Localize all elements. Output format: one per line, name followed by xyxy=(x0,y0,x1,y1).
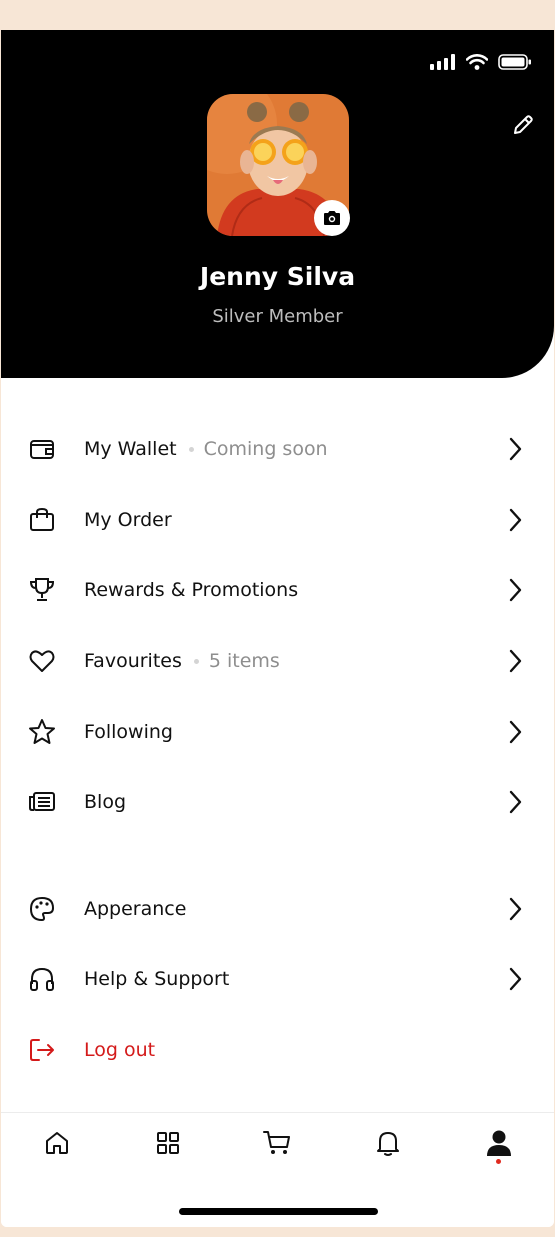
menu-label-appearance: Apperance xyxy=(84,898,187,920)
menu-label-wallet: My Wallet xyxy=(84,438,177,460)
menu-item-favourites[interactable]: Favourites 5 items xyxy=(1,631,554,691)
profile-icon xyxy=(487,1130,511,1156)
chevron-right-icon xyxy=(509,967,522,991)
active-tab-indicator xyxy=(496,1159,501,1164)
chevron-right-icon xyxy=(509,720,522,744)
menu-label-favourites: Favourites xyxy=(84,650,182,672)
favourites-count: 5 items xyxy=(208,650,280,672)
tab-categories[interactable] xyxy=(153,1128,183,1158)
menu-label-help: Help & Support xyxy=(84,968,230,990)
home-icon xyxy=(46,1132,68,1154)
menu-label-following: Following xyxy=(84,721,173,743)
cart-icon xyxy=(263,1131,290,1154)
wallet-icon xyxy=(30,440,54,459)
menu-label-rewards: Rewards & Promotions xyxy=(84,579,299,601)
chevron-right-icon xyxy=(509,437,522,461)
menu-label-blog: Blog xyxy=(84,791,126,813)
battery-icon xyxy=(498,54,531,70)
menu-label-order: My Order xyxy=(84,509,172,531)
trophy-icon xyxy=(29,578,55,601)
chevron-right-icon xyxy=(509,649,522,673)
headphones-icon xyxy=(30,967,54,991)
menu-item-blog[interactable]: Blog xyxy=(1,772,554,832)
heart-icon xyxy=(29,650,55,672)
membership-label: Silver Member xyxy=(212,306,343,327)
chevron-right-icon xyxy=(509,578,522,602)
menu-item-rewards[interactable]: Rewards & Promotions xyxy=(1,560,554,620)
menu-item-appearance[interactable]: Apperance xyxy=(1,879,554,939)
tab-profile[interactable] xyxy=(484,1128,514,1158)
menu-item-order[interactable]: My Order xyxy=(1,490,554,550)
edit-icon[interactable] xyxy=(510,112,536,138)
profile-screen: Jenny Silva Silver Member My Wallet Comin… xyxy=(1,30,554,1227)
menu-label-logout: Log out xyxy=(84,1039,156,1061)
grid-icon xyxy=(157,1132,179,1154)
chevron-right-icon xyxy=(509,897,522,921)
signal-icon xyxy=(430,54,455,70)
shopping-bag-icon xyxy=(30,507,54,531)
newspaper-icon xyxy=(29,792,55,811)
logout-icon xyxy=(30,1039,54,1061)
chevron-right-icon xyxy=(509,508,522,532)
home-indicator xyxy=(179,1208,378,1215)
profile-header: Jenny Silva Silver Member xyxy=(1,30,554,378)
separator-dot xyxy=(188,447,194,452)
chevron-right-icon xyxy=(509,790,522,814)
bell-icon xyxy=(377,1132,399,1156)
menu-item-following[interactable]: Following xyxy=(1,702,554,762)
tab-home[interactable] xyxy=(42,1128,72,1158)
camera-icon xyxy=(324,211,340,225)
change-photo-button[interactable] xyxy=(314,200,350,236)
palette-icon xyxy=(30,897,54,921)
menu-item-help[interactable]: Help & Support xyxy=(1,949,554,1009)
logout-button[interactable]: Log out xyxy=(1,1020,554,1080)
tab-cart[interactable] xyxy=(262,1128,292,1158)
wallet-status: Coming soon xyxy=(203,438,328,460)
wifi-icon xyxy=(466,54,488,70)
star-icon xyxy=(29,719,55,744)
menu-item-wallet[interactable]: My Wallet Coming soon xyxy=(1,419,554,479)
tab-notifications[interactable] xyxy=(373,1128,403,1158)
profile-name: Jenny Silva xyxy=(199,262,356,291)
status-bar xyxy=(430,54,532,70)
separator-dot xyxy=(193,659,199,664)
